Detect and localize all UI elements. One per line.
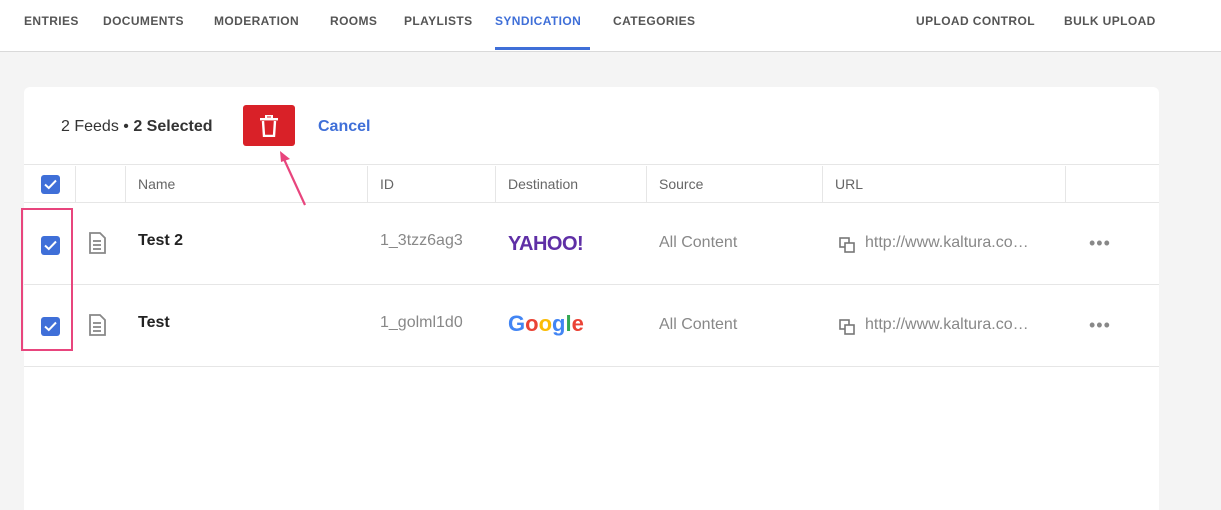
pointer-arrow-annotation (280, 151, 306, 206)
nav-moderation[interactable]: MODERATION (214, 14, 299, 28)
select-all-checkbox[interactable] (41, 175, 60, 194)
copy-link-icon[interactable] (839, 319, 855, 335)
header-id[interactable]: ID (380, 166, 394, 203)
checkmark-icon (44, 179, 57, 190)
nav-documents[interactable]: DOCUMENTS (103, 14, 184, 28)
active-tab-indicator (495, 47, 590, 50)
feed-name[interactable]: Test 2 (138, 232, 183, 250)
feed-url[interactable]: http://www.kaltura.co… (865, 316, 1029, 334)
header-source[interactable]: Source (659, 166, 703, 203)
yahoo-logo: YAHOO! (508, 233, 584, 255)
delete-button[interactable] (243, 105, 295, 146)
feed-id: 1_golml1d0 (380, 314, 463, 331)
table-row[interactable]: Test 2 1_3tzz6ag3 YAHOO! All Content htt… (24, 203, 1159, 285)
header-destination[interactable]: Destination (508, 166, 578, 203)
column-divider (646, 166, 647, 203)
google-logo: Google (508, 311, 584, 336)
feeds-card: 2 Feeds • 2 Selected Cancel Name ID Dest… (24, 87, 1159, 510)
column-divider (495, 166, 496, 203)
feed-name[interactable]: Test (138, 314, 170, 332)
header-name[interactable]: Name (138, 166, 175, 203)
checkbox-highlight-annotation (21, 208, 73, 351)
column-divider (1065, 166, 1066, 203)
bullet-separator: • (123, 118, 129, 135)
nav-rooms[interactable]: ROOMS (330, 14, 377, 28)
nav-bulk-upload[interactable]: BULK UPLOAD (1064, 14, 1156, 28)
column-divider (125, 166, 126, 203)
nav-entries[interactable]: ENTRIES (24, 14, 79, 28)
document-icon (89, 314, 106, 336)
selected-count: 2 Selected (133, 118, 213, 135)
column-divider (367, 166, 368, 203)
trash-icon (260, 114, 278, 137)
nav-upload-control[interactable]: UPLOAD CONTROL (916, 14, 1035, 28)
header-url[interactable]: URL (835, 166, 863, 203)
table-header: Name ID Destination Source URL (24, 166, 1159, 203)
feed-id: 1_3tzz6ag3 (380, 232, 463, 249)
cancel-button[interactable]: Cancel (318, 118, 370, 136)
document-icon (89, 232, 106, 254)
more-actions-button[interactable]: ••• (1089, 233, 1111, 254)
column-divider (822, 166, 823, 203)
feed-source: All Content (659, 234, 738, 251)
column-divider (75, 166, 76, 203)
nav-playlists[interactable]: PLAYLISTS (404, 14, 473, 28)
bulk-actions-bar: 2 Feeds • 2 Selected Cancel (24, 87, 1159, 165)
feeds-count: 2 Feeds (61, 118, 119, 135)
more-actions-button[interactable]: ••• (1089, 315, 1111, 336)
table-row[interactable]: Test 1_golml1d0 Google All Content http:… (24, 285, 1159, 367)
copy-link-icon[interactable] (839, 237, 855, 253)
selection-summary: 2 Feeds • 2 Selected (61, 118, 212, 136)
nav-categories[interactable]: CATEGORIES (613, 14, 695, 28)
top-nav: ENTRIES DOCUMENTS MODERATION ROOMS PLAYL… (0, 0, 1221, 52)
feed-url[interactable]: http://www.kaltura.co… (865, 234, 1029, 252)
nav-syndication[interactable]: SYNDICATION (495, 14, 581, 28)
feed-source: All Content (659, 316, 738, 333)
